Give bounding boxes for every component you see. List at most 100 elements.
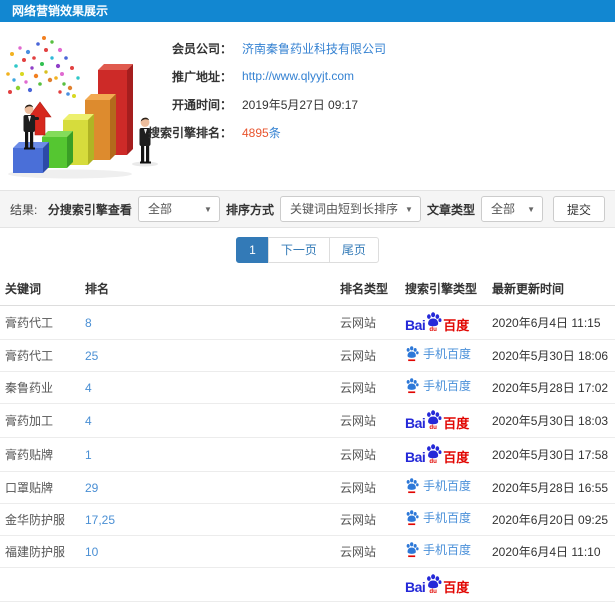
table-row: Bai du 百度 (0, 567, 615, 602)
engine-cell: Bai du 百度 (400, 567, 487, 602)
title-bar: 网络营销效果展示 (0, 0, 615, 22)
type-cell: 云网站 (335, 471, 400, 504)
svg-text:du: du (430, 424, 438, 430)
rank-cell[interactable]: 1 (80, 437, 335, 472)
date-cell: 2020年5月28日 16:55 (487, 471, 615, 504)
engine-cell: Bai du 百度 (400, 403, 487, 438)
company-row: 会员公司： 济南秦鲁药业科技有限公司 (120, 34, 386, 62)
mobile-baidu-logo: 手机百度 (405, 378, 471, 394)
type-cell: 云网站 (335, 339, 400, 372)
chevron-down-icon: ▼ (527, 205, 535, 214)
table-row: 膏药代工 25 云网站 手机百度 2020年5月30日 18:06 (0, 339, 615, 372)
table-row: 膏药加工 4 云网站 Bai du 百度 2020年5月30日 18:03 (0, 403, 615, 438)
type-cell: 云网站 (335, 403, 400, 438)
article-filter-label: 文章类型 (426, 202, 475, 217)
promo-url-link[interactable]: http://www.qlyyjt.com (242, 69, 354, 83)
date-cell: 2020年5月28日 17:02 (487, 371, 615, 404)
table-row: 膏药贴牌 1 云网站 Bai du 百度 2020年5月30日 17:58 (0, 437, 615, 472)
engine-cell: Bai du 百度 (400, 437, 487, 472)
top-section: 会员公司： 济南秦鲁药业科技有限公司 推广地址： http://www.qlyy… (0, 22, 615, 190)
svg-text:du: du (430, 458, 438, 464)
baidu-paw-icon: du (427, 312, 442, 332)
keyword-cell: 膏药代工 (0, 339, 80, 372)
engine-cell: Bai du 百度 (400, 305, 487, 340)
rank-cell[interactable] (80, 567, 335, 602)
keyword-cell: 口罩贴牌 (0, 471, 80, 504)
type-cell: 云网站 (335, 437, 400, 472)
col-engine-type: 搜索引擎类型 (400, 272, 487, 306)
baidu-logo: Bai du 百度 (405, 410, 469, 430)
mobile-baidu-paw-icon (406, 478, 419, 494)
mobile-baidu-logo: 手机百度 (405, 478, 471, 494)
filter-bar: 结果: 分搜索引擎查看 全部 ▼ 排序方式 关键词由短到长排序 ▼ 文章类型 全… (0, 190, 615, 228)
table-row: 秦鲁药业 4 云网站 手机百度 2020年5月28日 17:02 (0, 371, 615, 404)
mobile-baidu-logo: 手机百度 (405, 510, 471, 526)
date-cell: 2020年5月30日 17:58 (487, 437, 615, 472)
company-label: 会员公司： (171, 41, 232, 56)
table-row: 膏药代工 8 云网站 Bai du 百度 2020年6月4日 11:15 (0, 305, 615, 340)
submit-button[interactable]: 提交 (552, 196, 605, 222)
result-label: 结果: (10, 202, 38, 217)
table-row: 福建防护服 10 云网站 手机百度 2020年6月4日 11:10 (0, 535, 615, 568)
url-row: 推广地址： http://www.qlyyjt.com (120, 62, 386, 90)
table-header-row: 关键词 排名 排名类型 搜索引擎类型 最新更新时间 (0, 272, 615, 306)
engine-cell: 手机百度 (400, 371, 487, 404)
mobile-baidu-logo: 手机百度 (405, 542, 471, 558)
svg-text:du: du (430, 326, 438, 332)
keyword-cell: 膏药加工 (0, 403, 80, 438)
chevron-down-icon: ▼ (204, 205, 212, 214)
col-rank-type: 排名类型 (335, 272, 400, 306)
opened-row: 开通时间： 2019年5月27日 09:17 (120, 90, 386, 118)
date-cell: 2020年5月30日 18:06 (487, 339, 615, 372)
page-button-current[interactable]: 1 (236, 237, 269, 263)
keyword-cell: 膏药代工 (0, 305, 80, 340)
type-cell: 云网站 (335, 305, 400, 340)
rank-cell[interactable]: 8 (80, 305, 335, 340)
baidu-logo: Bai du 百度 (405, 574, 469, 594)
article-filter-select[interactable]: 全部 ▼ (480, 196, 543, 222)
rank-cell[interactable]: 4 (80, 371, 335, 404)
table-row: 口罩贴牌 29 云网站 手机百度 2020年5月28日 16:55 (0, 471, 615, 504)
chevron-down-icon: ▼ (405, 205, 413, 214)
keyword-cell: 膏药贴牌 (0, 437, 80, 472)
filter-controls: 分搜索引擎查看 全部 ▼ 排序方式 关键词由短到长排序 ▼ 文章类型 全部 ▼ … (42, 196, 605, 222)
col-keyword: 关键词 (0, 272, 80, 306)
sort-filter-select[interactable]: 关键词由短到长排序 ▼ (279, 196, 421, 222)
date-cell: 2020年6月4日 11:15 (487, 305, 615, 340)
rank-cell[interactable]: 4 (80, 403, 335, 438)
mobile-baidu-paw-icon (406, 510, 419, 526)
mobile-baidu-paw-icon (406, 378, 419, 394)
engine-filter-select[interactable]: 全部 ▼ (137, 196, 220, 222)
baidu-logo: Bai du 百度 (405, 444, 469, 464)
sort-filter-label: 排序方式 (225, 202, 274, 217)
rank-cell[interactable]: 29 (80, 471, 335, 504)
opened-time: 2019年5月27日 09:17 (242, 97, 359, 112)
rank-row: 搜索引擎排名： 4895条 (120, 118, 386, 146)
baidu-paw-icon: du (427, 410, 442, 430)
rank-count: 4895条 (242, 125, 281, 140)
results-table: 关键词 排名 排名类型 搜索引擎类型 最新更新时间 膏药代工 8 云网站 Bai d… (0, 272, 615, 602)
last-page-button[interactable]: 尾页 (328, 237, 379, 263)
page-title: 网络营销效果展示 (12, 4, 109, 18)
col-rank: 排名 (80, 272, 335, 306)
baidu-paw-icon: du (427, 444, 442, 464)
type-cell (335, 567, 400, 602)
company-link[interactable]: 济南秦鲁药业科技有限公司 (242, 40, 386, 57)
keyword-cell: 福建防护服 (0, 535, 80, 568)
svg-text:du: du (430, 588, 438, 594)
rank-cell[interactable]: 10 (80, 535, 335, 568)
results-table-body: 膏药代工 8 云网站 Bai du 百度 2020年6月4日 11:15 膏药代工 25… (0, 305, 615, 602)
date-cell: 2020年5月30日 18:03 (487, 403, 615, 438)
engine-cell: 手机百度 (400, 535, 487, 568)
keyword-cell (0, 567, 80, 602)
baidu-paw-icon: du (427, 574, 442, 594)
mobile-baidu-paw-icon (406, 542, 419, 558)
member-info: 会员公司： 济南秦鲁药业科技有限公司 推广地址： http://www.qlyy… (120, 34, 386, 146)
rank-cell[interactable]: 25 (80, 339, 335, 372)
mobile-baidu-logo: 手机百度 (405, 346, 471, 362)
engine-cell: 手机百度 (400, 471, 487, 504)
engine-filter-label: 分搜索引擎查看 (47, 202, 132, 217)
mobile-baidu-paw-icon (406, 346, 419, 362)
type-cell: 云网站 (335, 371, 400, 404)
next-page-button[interactable]: 下一页 (267, 237, 330, 263)
